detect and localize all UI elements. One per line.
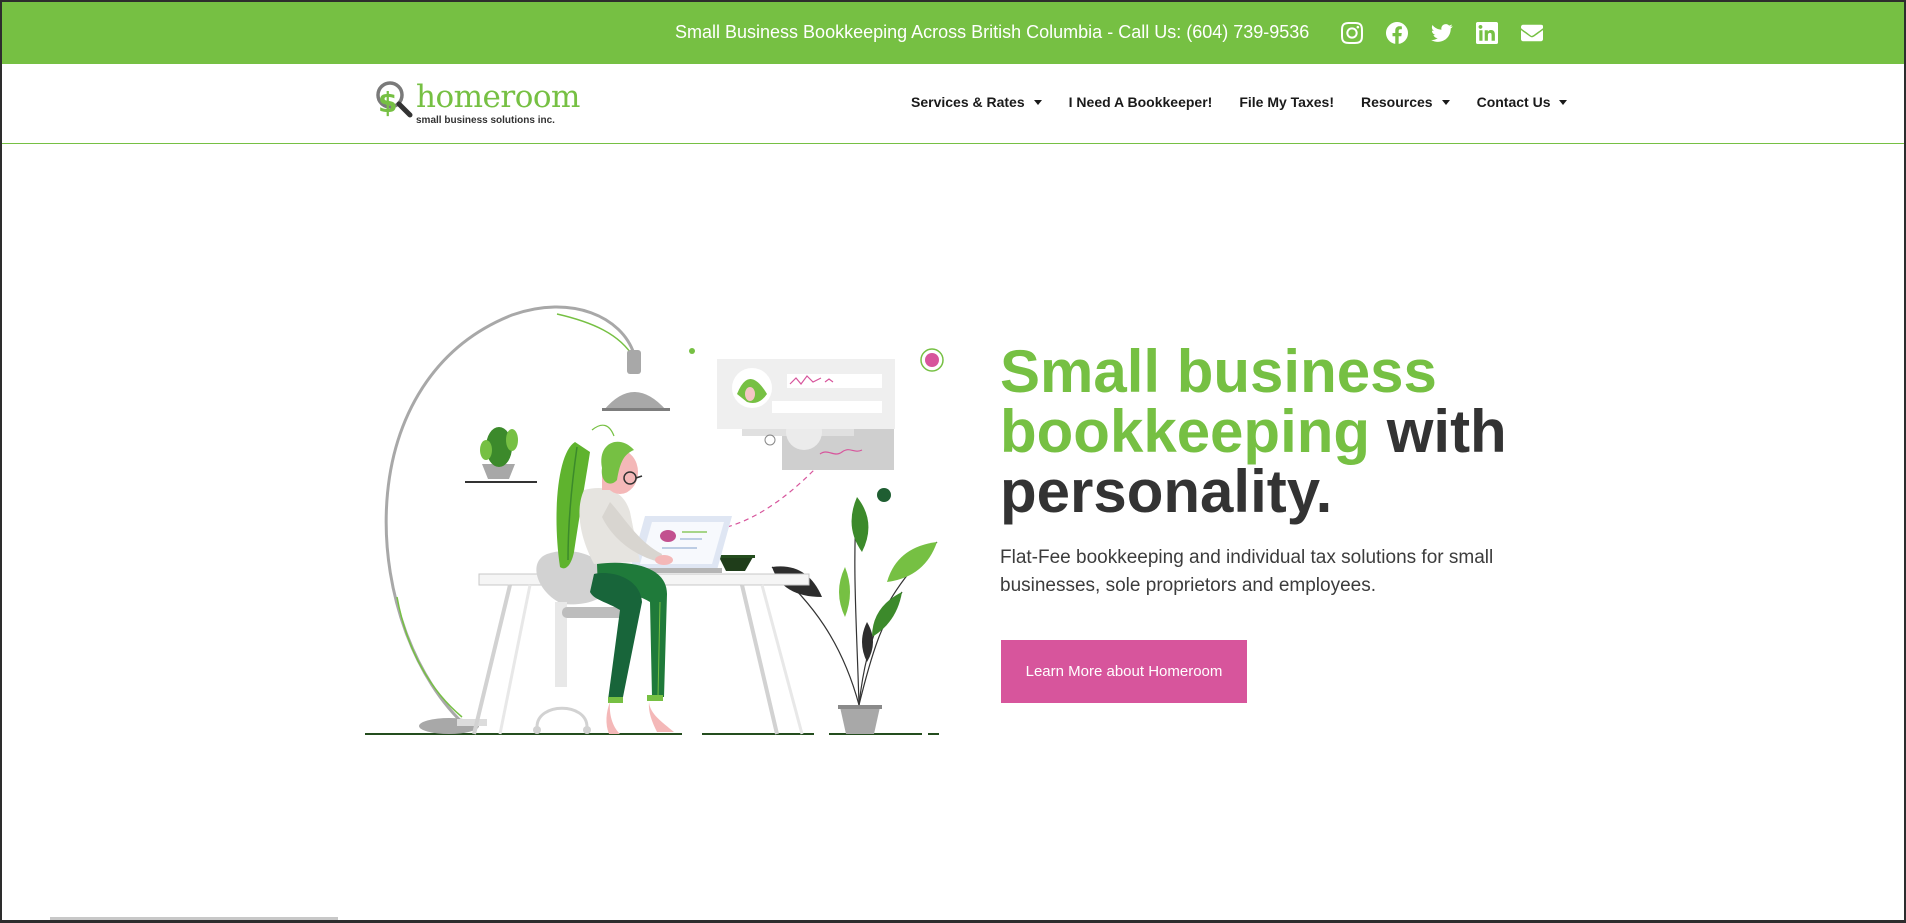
nav-services-label: Services & Rates <box>911 94 1025 110</box>
logo-tagline: small business solutions inc. <box>416 115 555 126</box>
potted-plant-graphic <box>771 497 938 734</box>
envelope-icon[interactable] <box>1520 21 1544 45</box>
floating-cards-graphic <box>689 348 944 528</box>
caret-down-icon <box>1441 99 1450 105</box>
horizontal-scrollbar[interactable] <box>50 917 338 920</box>
twitter-icon[interactable] <box>1430 21 1454 45</box>
nav-resources[interactable]: Resources <box>1361 94 1450 110</box>
linkedin-icon[interactable] <box>1475 21 1499 45</box>
logo-wordmark: homeroom <box>416 79 580 115</box>
caret-down-icon <box>1559 99 1568 105</box>
nav-file-taxes[interactable]: File My Taxes! <box>1239 94 1334 110</box>
nav-need-bookkeeper[interactable]: I Need A Bookkeeper! <box>1069 94 1213 110</box>
nav-contact-label: Contact Us <box>1476 94 1551 110</box>
hero-subtext: Flat-Fee bookkeeping and individual tax … <box>1000 547 1494 596</box>
headline-dark-text-2: personality. <box>1000 458 1333 525</box>
learn-more-button[interactable]: Learn More about Homeroom <box>1001 640 1247 703</box>
headline-dark-text-1: with <box>1386 398 1507 465</box>
nav-resources-label: Resources <box>1360 94 1433 110</box>
cactus-shelf-graphic <box>465 427 537 483</box>
main-nav: Services & Rates I Need A Bookkeeper! Fi… <box>911 94 1568 110</box>
social-links <box>1340 21 1544 45</box>
hero-headline: Small business bookkeeping with personali… <box>1000 342 1560 522</box>
nav-services-rates[interactable]: Services & Rates <box>911 94 1042 110</box>
svg-text:$: $ <box>378 86 397 119</box>
logo-magnifier-icon: $ <box>376 81 413 119</box>
homeroom-logo[interactable]: $ homeroom small business solutions inc. <box>370 78 580 130</box>
facebook-icon[interactable] <box>1385 21 1409 45</box>
top-bar: Small Business Bookkeeping Across Britis… <box>2 2 1904 64</box>
caret-down-icon <box>1033 99 1042 105</box>
topbar-contact-text: Small Business Bookkeeping Across Britis… <box>675 22 1310 42</box>
page-frame: Small Business Bookkeeping Across Britis… <box>0 0 1906 923</box>
hero-illustration <box>365 305 944 735</box>
headline-green-text: Small business bookkeeping <box>1000 338 1437 465</box>
instagram-icon[interactable] <box>1340 21 1364 45</box>
site-header: $ homeroom small business solutions inc.… <box>2 64 1904 144</box>
nav-contact-us[interactable]: Contact Us <box>1477 94 1568 110</box>
